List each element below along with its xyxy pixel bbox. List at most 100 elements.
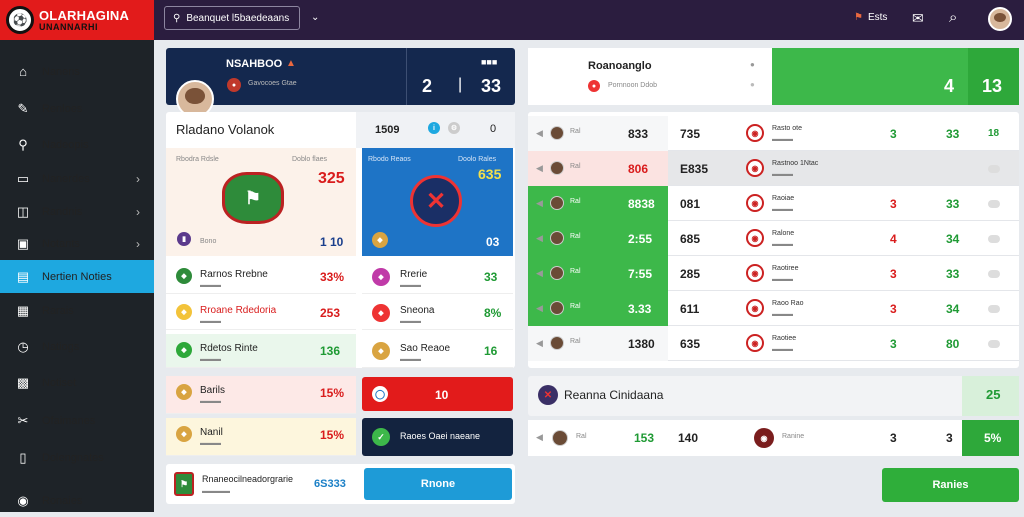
sidebar-item-3[interactable]: ▭ Nanerdes › [0,162,154,195]
sidebar-item-10[interactable]: ✂ Ofaimanes [0,404,154,437]
match-row-team-sub: ▬▬▬ [772,311,793,318]
sidebar-item-1[interactable]: ✎ Renloes [0,92,154,125]
team-a-row-val: 15% [320,428,345,442]
team-b-row-val: 33 [484,270,498,284]
team-a-hdr2: Doblo flaes [292,156,328,163]
match-row-score: 8838 [628,197,655,211]
search-top-icon[interactable]: ⌕ [949,9,957,26]
team2-crest-icon: ● [588,80,600,92]
sidebar-item-label: Renloes [42,102,83,115]
toggle-icon[interactable] [988,235,1000,243]
match2-card[interactable] [528,48,772,105]
sidebar-item-label: Nertien Noties [42,270,112,283]
team-b-row-name: Rrerie [400,269,428,280]
match-row-b: 33 [946,197,960,211]
team-a-sub-val: 1 10 [320,235,344,249]
toggle-icon[interactable] [988,340,1000,348]
messages-icon[interactable]: ✉ [912,10,924,27]
user-icon: ◉ [17,492,29,508]
banner-crest-icon: ✕ [538,385,558,405]
match-card[interactable] [166,48,515,105]
panel-col1: 1509 [375,124,400,136]
brand-line2: UNANNARHI [39,21,98,32]
last-row-c: 5% [984,431,1002,445]
opponent-crest-icon: ◉ [746,264,764,282]
team-a-row-name: Nanil [200,427,223,438]
match-row-a: 3 [890,197,897,211]
search-icon: ⚲ [18,136,28,152]
panel-title: Rladano Volanok [176,122,275,137]
footer-blue-button[interactable]: Rnone [364,468,512,500]
team-a-row-name: Rroane Rdedoria [200,305,277,316]
match-row-team: Raoo Rao [772,300,804,307]
sidebar-item-5[interactable]: ▣ Notants › [0,227,154,260]
last-row-a: 3 [890,431,897,445]
match-row-b: 34 [946,302,960,316]
monitor-icon: ▭ [16,170,30,186]
player-mini-avatar [550,161,564,175]
sidebar-item-4[interactable]: ◫ Randnis › [0,195,154,228]
toggle-icon[interactable] [988,270,1000,278]
team-a-row-sub: ▬▬▬ [200,282,221,289]
crest-icon: ⚽ [6,6,34,34]
match-row-score: 806 [628,162,649,176]
sidebar-item-12[interactable]: ◉ Ronaies [0,484,154,517]
team-a-row-sub: ▬▬▬ [200,318,221,325]
sidebar-item-label: Nanens [42,65,80,78]
score-sep: | [458,76,463,93]
sidebar-item-11[interactable]: ▯ Dolengnates [0,441,154,474]
team-b-row-val: 16 [484,344,498,358]
star-icon: ◀ [536,163,543,173]
chevron-down-icon[interactable]: ⌄ [311,12,319,23]
team-a-row-name: Rarnos Rrebne [200,269,268,280]
opponent-crest-icon: ◉ [746,124,764,142]
dot2-icon: ● [750,80,755,89]
team-b-row-name: Sneona [400,305,435,316]
sidebar-item-7[interactable]: ▦ Rarais [0,294,154,327]
team-b-crest-icon: ✕ [410,175,462,227]
star-icon: ◀ [536,338,543,348]
sidebar-item-9[interactable]: ▩ Notiset [0,366,154,399]
settings-icon[interactable]: ⚙ [448,122,460,134]
sidebar-item-label: Nanerdes [42,172,90,185]
score-a: 2 [422,76,433,96]
sidebar-item-2[interactable]: ⚲ Nadeopis [0,128,154,161]
match-row-team: Ralone [772,230,795,237]
last-row-b: 3 [946,431,953,445]
match2-score-a: 4 [944,76,955,96]
banner-title: Reanna Cinidaana [564,388,664,402]
flame-icon: ▲ [286,58,296,69]
stat-label: ■■■ [481,57,498,67]
team-a-row-sub: ▬▬▬ [200,398,221,405]
toggle-icon[interactable] [988,200,1000,208]
sidebar-item-label: Natiogs [42,340,80,353]
match-row-team: Raoiae [772,195,795,202]
red-bar-val: 10 [435,388,449,402]
match-row-name: Ral [570,198,581,205]
star-icon: ◀ [536,128,543,138]
match-row-team: Raotiree [772,265,799,272]
toggle-icon[interactable] [988,305,1000,313]
alerts-button[interactable]: ⚑ Ests [854,12,887,23]
row-crest-icon: ◆ [176,268,192,284]
brand-logo[interactable]: ⚽ OLARHAGINA UNANNARHI [0,0,154,40]
sidebar-item-6[interactable]: ▤ Nertien Noties [0,260,154,293]
info-icon[interactable]: i [428,122,440,134]
user-avatar[interactable] [988,7,1012,31]
sidebar-item-8[interactable]: ◷ Natiogs [0,330,154,363]
last-row-team: Ranine [782,433,805,440]
match-row-name: Ral [570,303,581,310]
team-a-row-val: 15% [320,386,345,400]
match-row-team-sub: ▬▬▬ [772,346,793,353]
match-row-val: 081 [680,197,701,211]
match-row-val: 685 [680,232,701,246]
match-row-score: 2:55 [628,232,653,246]
team-b-row-sub: ▬▬▬ [400,356,421,363]
match-row-score: 833 [628,127,649,141]
sidebar-item-0[interactable]: ⌂ Nanens [0,55,154,88]
match-row-b: 34 [946,232,960,246]
search-input[interactable]: ⚲ Beanquet l5baedeaans [164,6,300,30]
green-action-button[interactable]: Ranies [882,468,1019,502]
team-a-row-name: Rdetos Rinte [200,343,258,354]
toggle-icon[interactable] [988,165,1000,173]
